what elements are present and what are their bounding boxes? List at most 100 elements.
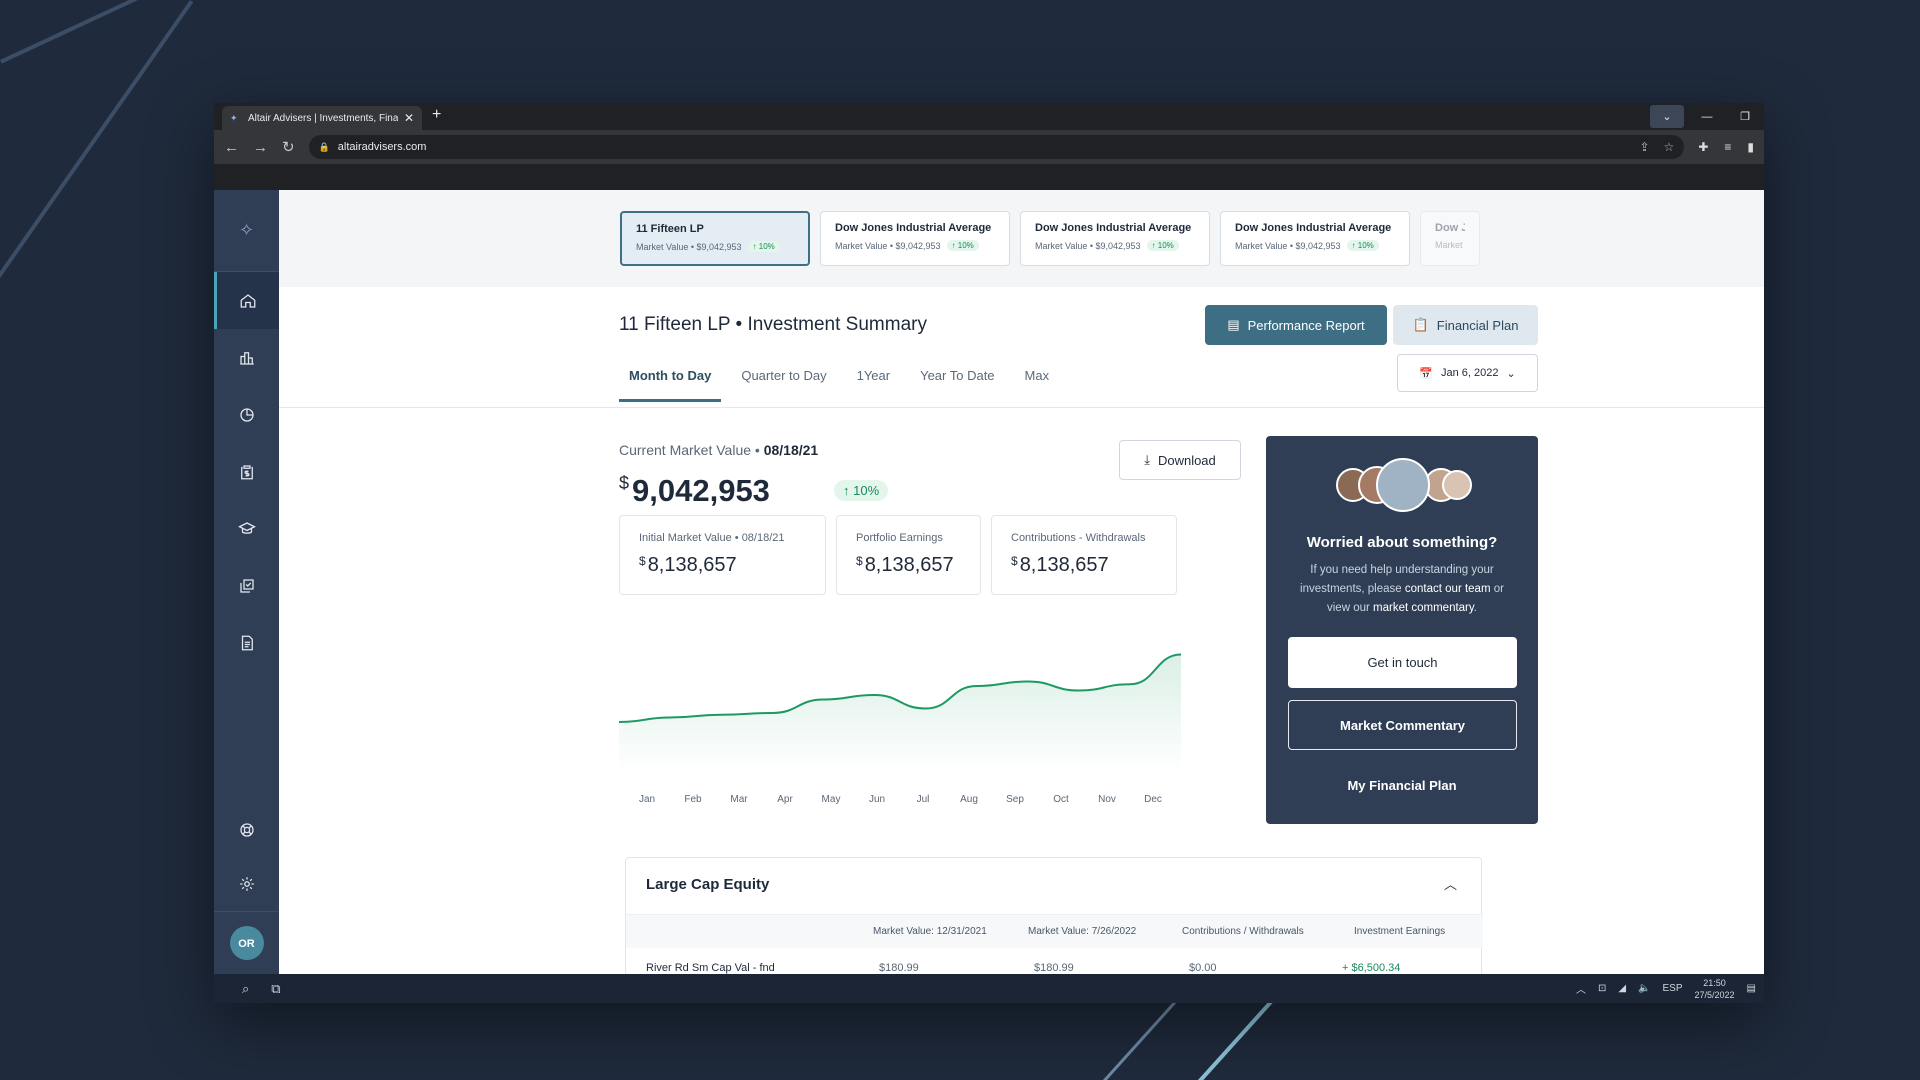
sidebar-item-performance[interactable] — [214, 329, 279, 386]
financial-plan-button[interactable]: 📋 Financial Plan — [1393, 305, 1538, 345]
extensions-icon[interactable]: ✚ — [1698, 140, 1708, 154]
x-tick-label: Jan — [639, 794, 655, 805]
clock-time: 21:50 — [1703, 977, 1726, 988]
sidebar-item-education[interactable] — [214, 500, 279, 557]
reload-icon[interactable]: ↻ — [282, 138, 295, 156]
download-icon: ⤓ — [1144, 452, 1150, 467]
tab-quarter-to-day[interactable]: Quarter to Day — [731, 358, 836, 402]
my-financial-plan-link[interactable]: My Financial Plan — [1266, 778, 1538, 793]
sidebar-item-support[interactable] — [214, 803, 279, 857]
get-in-touch-button[interactable]: Get in touch — [1288, 637, 1517, 688]
account-card[interactable]: 11 Fifteen LP Market Value • $9,042,953 ↑… — [620, 211, 810, 266]
performance-report-label: Performance Report — [1247, 317, 1365, 333]
sidebar-item-allocation[interactable] — [214, 386, 279, 443]
url-field[interactable]: 🔒 altairadvisers.com ⇪ ☆ — [308, 135, 1685, 159]
side-panel-icon[interactable]: ▮ — [1747, 140, 1754, 154]
task-view-icon[interactable]: ⧉ — [271, 981, 280, 997]
tab-search-icon[interactable]: ⌄ — [1650, 105, 1684, 128]
tab-year-to-date[interactable]: Year To Date — [910, 358, 1004, 402]
browser-toolbar-strip — [214, 164, 1764, 190]
chevron-down-icon: ⌄ — [1506, 367, 1516, 380]
reading-list-icon[interactable]: ≡ — [1724, 140, 1731, 154]
chart-area-fill — [619, 654, 1181, 770]
market-commentary-link[interactable]: market commentary — [1373, 602, 1474, 614]
currency-symbol: $ — [856, 554, 863, 568]
stat-value: 8,138,657 — [647, 554, 737, 576]
column-header: Investment Earnings — [1354, 926, 1446, 937]
help-body: If you need help understanding your inve… — [1296, 561, 1508, 618]
account-selector-strip: 11 Fifteen LP Market Value • $9,042,953 ↑… — [279, 190, 1764, 287]
tab-title: Altair Advisers | Investments, Fina — [248, 112, 398, 124]
currency-symbol: $ — [639, 554, 646, 568]
share-icon[interactable]: ⇪ — [1639, 140, 1649, 154]
notifications-icon[interactable]: ▤ — [1747, 983, 1756, 994]
x-tick-label: Dec — [1144, 794, 1162, 805]
sidebar-item-plan[interactable] — [214, 443, 279, 500]
forward-icon[interactable]: → — [253, 139, 268, 156]
current-market-value: $ 9,042,953 — [619, 473, 770, 509]
financial-plan-label: Financial Plan — [1436, 317, 1519, 333]
sidebar-bottom: OR — [214, 803, 279, 974]
performance-report-button[interactable]: ▤ Performance Report — [1205, 305, 1387, 345]
bookmark-star-icon[interactable]: ☆ — [1664, 140, 1675, 154]
minimize-icon[interactable]: — — [1688, 103, 1726, 130]
graduation-cap-icon — [237, 521, 256, 534]
sidebar-item-settings[interactable] — [214, 857, 279, 911]
back-icon[interactable]: ← — [224, 139, 239, 156]
table-header: Market Value: 12/31/2021 Market Value: 7… — [626, 914, 1483, 948]
language-indicator[interactable]: ESP — [1662, 983, 1682, 994]
chevron-up-icon[interactable]: ︿ — [1576, 981, 1586, 996]
chart-svg: Jan Feb Mar Apr May Jun Jul Aug Sep Oct Nov Dec — [618, 653, 1182, 805]
app-sidebar: ✧ OR — [214, 190, 279, 974]
account-name: 11 Fifteen LP — [636, 223, 704, 235]
account-name: Dow Jones Industrial Average — [835, 222, 992, 234]
help-text: . — [1473, 602, 1477, 614]
help-title: Worried about something? — [1306, 534, 1498, 551]
report-icon: ▤ — [1227, 317, 1240, 332]
stat-label: Contributions - Withdrawals — [1011, 532, 1146, 544]
network-icon[interactable]: ⊡ — [1598, 983, 1606, 994]
address-bar: ← → ↻ 🔒 altairadvisers.com ⇪ ☆ ✚ ≡ ▮ — [214, 130, 1764, 164]
account-card[interactable]: Dow Jones Industrial Average Market Valu… — [1020, 211, 1210, 266]
volume-icon[interactable]: 🔈 — [1638, 983, 1650, 994]
period-tabs: Month to Day Quarter to Day 1Year Year T… — [619, 358, 1069, 402]
table-cell[interactable]: River Rd Sm Cap Val - fnd — [646, 962, 775, 974]
search-icon[interactable]: ⌕ — [242, 981, 249, 997]
sidebar-item-home[interactable] — [214, 272, 279, 329]
sidebar-item-tasks[interactable] — [214, 557, 279, 614]
logo-icon[interactable]: ✧ — [214, 190, 279, 272]
browser-tab[interactable]: ✦ Altair Advisers | Investments, Fina ✕ — [222, 106, 422, 130]
clock[interactable]: 21:50 27/5/2022 — [1695, 977, 1735, 1001]
x-tick-label: Apr — [777, 794, 793, 805]
cmv-date: 08/18/21 — [763, 442, 819, 458]
background-line — [1094, 1000, 1178, 1080]
tab-month-to-day[interactable]: Month to Day — [619, 358, 722, 402]
user-avatar[interactable]: OR — [229, 926, 264, 960]
date-picker[interactable]: 📅 Jan 6, 2022 ⌄ — [1397, 354, 1538, 392]
account-card[interactable]: Dow Jo Market — [1420, 211, 1480, 266]
stat-label: Initial Market Value • 08/18/21 — [639, 532, 785, 544]
tabs-divider — [279, 407, 1764, 408]
background-line — [0, 0, 194, 298]
account-card[interactable]: Dow Jones Industrial Average Market Valu… — [1220, 211, 1410, 266]
contact-team-link[interactable]: contact our team — [1405, 583, 1491, 595]
new-tab-icon[interactable]: + — [432, 106, 441, 124]
home-icon — [240, 293, 256, 308]
account-market-value: Market Value • $9,042,953 — [835, 240, 941, 251]
cmv-label-text: Current Market Value • — [619, 442, 760, 458]
download-button[interactable]: ⤓ Download — [1119, 440, 1241, 480]
tab-1year[interactable]: 1Year — [847, 358, 901, 402]
equity-title: Large Cap Equity — [646, 876, 770, 893]
close-tab-icon[interactable]: ✕ — [404, 111, 414, 125]
x-tick-label: Jun — [869, 794, 885, 805]
currency-symbol: $ — [1011, 554, 1018, 568]
browser-window: ✦ Altair Advisers | Investments, Fina ✕ … — [214, 103, 1764, 1003]
chevron-up-icon[interactable]: ︿ — [1444, 874, 1457, 893]
sidebar-item-documents[interactable] — [214, 614, 279, 671]
restore-icon[interactable]: ❐ — [1726, 103, 1764, 130]
wifi-icon[interactable]: ◢ — [1618, 983, 1626, 994]
market-value-chart: Jan Feb Mar Apr May Jun Jul Aug Sep Oct Nov Dec — [618, 630, 1182, 810]
account-card[interactable]: Dow Jones Industrial Average Market Valu… — [820, 211, 1010, 266]
tab-max[interactable]: Max — [1015, 358, 1060, 402]
market-commentary-button[interactable]: Market Commentary — [1288, 700, 1517, 750]
